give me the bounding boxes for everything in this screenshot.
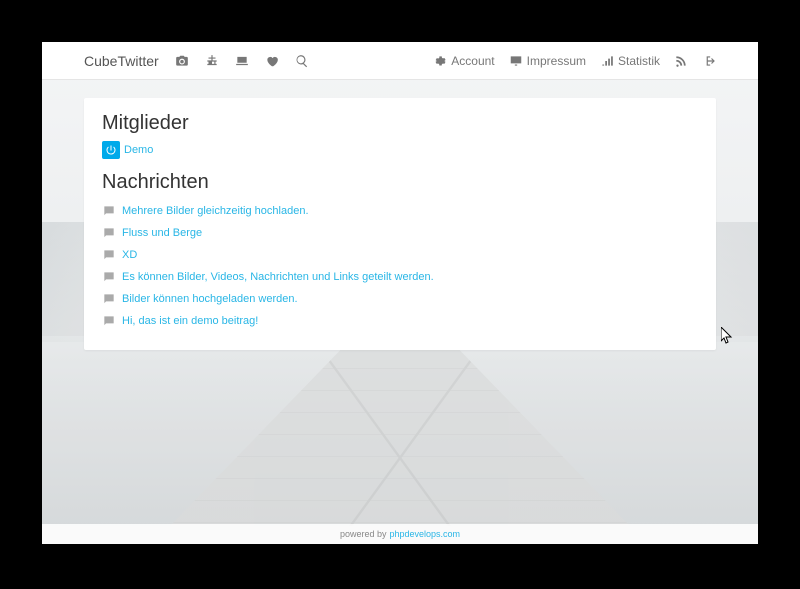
comment-icon — [102, 226, 116, 240]
message-link[interactable]: XD — [122, 249, 137, 261]
nav-right: Account Impressum Statistik — [433, 54, 716, 68]
message-link[interactable]: Bilder können hochgeladen werden. — [122, 293, 298, 305]
nav-laptop[interactable] — [235, 54, 249, 68]
nav-impressum[interactable]: Impressum — [509, 54, 586, 68]
brand-title[interactable]: CubeTwitter — [84, 53, 159, 69]
monitor-icon — [509, 54, 523, 68]
nav-account[interactable]: Account — [433, 54, 494, 68]
comment-icon — [102, 270, 116, 284]
footer-prefix: powered by — [340, 529, 387, 539]
message-row: Mehrere Bilder gleichzeitig hochladen. — [102, 200, 698, 222]
nav-logout[interactable] — [702, 54, 716, 68]
nav-sitemap[interactable] — [205, 54, 219, 68]
app-viewport: CubeTwitter Account — [42, 42, 758, 544]
members-heading: Mitglieder — [102, 112, 698, 135]
message-link[interactable]: Es können Bilder, Videos, Nachrichten un… — [122, 271, 434, 283]
message-row: Hi, das ist ein demo beitrag! — [102, 310, 698, 332]
message-link[interactable]: Mehrere Bilder gleichzeitig hochladen. — [122, 205, 309, 217]
laptop-icon — [235, 54, 249, 68]
sitemap-icon — [205, 54, 219, 68]
search-icon — [295, 54, 309, 68]
power-avatar-icon — [102, 141, 120, 159]
camera-icon — [175, 54, 189, 68]
footer-link[interactable]: phpdevelops.com — [389, 529, 460, 539]
content-card: Mitglieder Demo Nachrichten Mehrere Bild… — [84, 98, 716, 350]
nav-impressum-label: Impressum — [527, 54, 586, 68]
logout-icon — [702, 54, 716, 68]
member-row: Demo — [102, 141, 698, 159]
nav-statistik[interactable]: Statistik — [600, 54, 660, 68]
nav-account-label: Account — [451, 54, 494, 68]
message-row: Es können Bilder, Videos, Nachrichten un… — [102, 266, 698, 288]
message-row: Fluss und Berge — [102, 222, 698, 244]
messages-heading: Nachrichten — [102, 171, 698, 194]
comment-icon — [102, 204, 116, 218]
comment-icon — [102, 292, 116, 306]
nav-statistik-label: Statistik — [618, 54, 660, 68]
member-link-demo[interactable]: Demo — [124, 144, 153, 156]
nav-heart[interactable] — [265, 54, 279, 68]
comment-icon — [102, 314, 116, 328]
heart-icon — [265, 54, 279, 68]
signal-icon — [600, 54, 614, 68]
navbar: CubeTwitter Account — [42, 42, 758, 80]
nav-rss[interactable] — [674, 54, 688, 68]
nav-search[interactable] — [295, 54, 309, 68]
nav-camera[interactable] — [175, 54, 189, 68]
gear-icon — [433, 54, 447, 68]
message-link[interactable]: Hi, das ist ein demo beitrag! — [122, 315, 258, 327]
comment-icon — [102, 248, 116, 262]
message-row: XD — [102, 244, 698, 266]
nav-left — [175, 54, 309, 68]
message-row: Bilder können hochgeladen werden. — [102, 288, 698, 310]
rss-icon — [674, 54, 688, 68]
message-link[interactable]: Fluss und Berge — [122, 227, 202, 239]
footer: powered by phpdevelops.com — [42, 524, 758, 544]
